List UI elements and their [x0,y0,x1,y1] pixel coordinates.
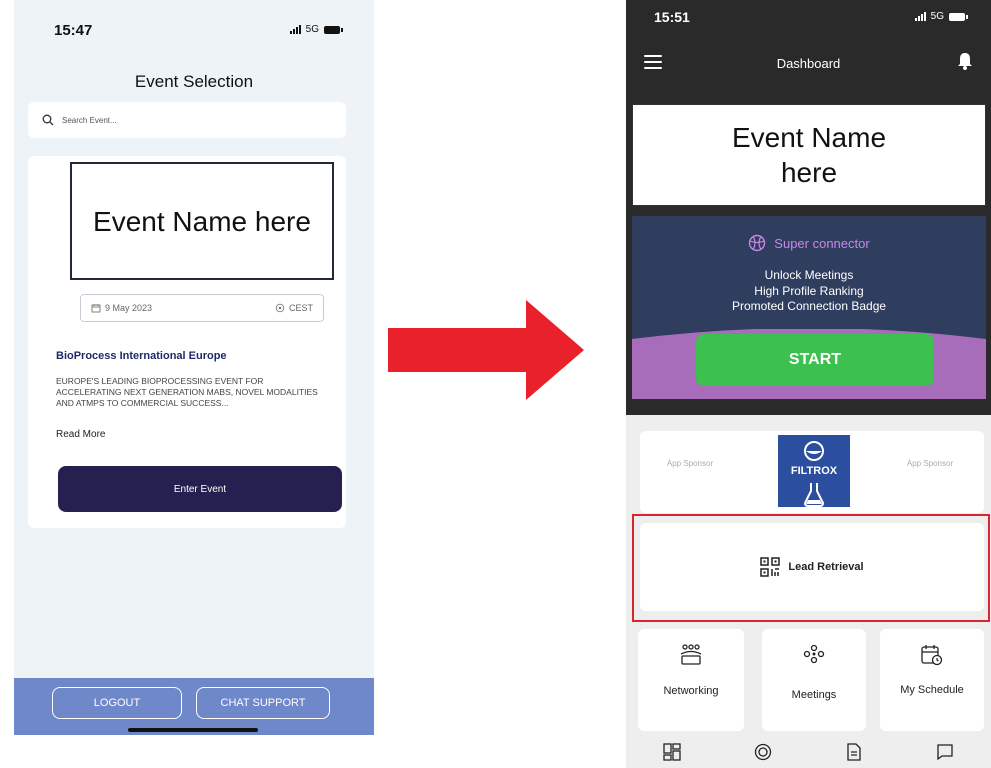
promo-line: Unlock Meetings [764,268,854,282]
event-description: EUROPE'S LEADING BIOPROCESSING EVENT FOR… [56,376,318,409]
signal-icon [914,12,926,21]
event-timezone: CEST [275,303,313,313]
start-button[interactable]: START [696,334,934,386]
signal-icon [289,25,301,34]
event-date-text: 9 May 2023 [105,303,153,313]
filtrox-logo[interactable]: FILTROX [778,435,850,507]
event-timezone-text: CEST [288,303,313,313]
status-indicators: 5G [289,24,343,35]
meetings-icon [803,644,825,664]
event-title: BioProcess International Europe [56,350,227,362]
network-label: 5G [305,24,319,35]
sponsor-placeholder-left[interactable]: App Sponsor [660,459,720,469]
bottom-navigation [626,735,991,768]
status-bar: 15:47 5G [14,0,374,60]
lead-retrieval-button[interactable]: Lead Retrieval [640,523,984,611]
status-indicators: 5G [914,11,968,22]
calendar-icon [91,304,101,313]
qr-code-icon [760,557,781,577]
schedule-icon [921,645,943,666]
super-connector-banner: Super connector Unlock Meetings High Pro… [632,216,986,399]
sponsor-card: App Sponsor FILTROX App Sponsor [640,431,984,513]
promo-benefits: Unlock Meetings High Profile Ranking Pro… [632,268,986,315]
dashboard-body: App Sponsor FILTROX App Sponsor Lead Ret… [626,415,991,768]
tile-label: Meetings [791,689,837,701]
promo-heading-text: Super connector [774,235,870,251]
logout-button[interactable]: LOGOUT [52,687,182,719]
chat-icon[interactable] [936,743,954,761]
search-icon [42,114,54,126]
promo-line: Promoted Connection Badge [731,299,887,314]
meetings-tile[interactable]: Meetings [762,629,866,731]
location-pin-icon [275,303,285,313]
status-bar: 15:51 5G [626,0,991,36]
promo-heading: Super connector [632,234,986,252]
status-time: 15:51 [654,9,690,25]
event-meta: 9 May 2023 CEST [80,294,324,322]
basketball-icon [749,234,766,252]
document-icon[interactable] [845,742,863,761]
search-bar[interactable] [28,102,346,138]
event-date: 9 May 2023 [91,303,152,313]
flask-icon [804,441,824,461]
header-title: Dashboard [776,56,841,71]
dashboard-screen: 15:51 5G Dashboard Event Name here Super… [626,0,991,768]
read-more-link[interactable]: Read More [56,429,105,440]
promo-line: High Profile Ranking [754,283,864,298]
page-title: Event Selection [134,72,254,91]
battery-icon [949,12,968,21]
search-input[interactable] [62,115,322,125]
networking-icon [680,644,702,665]
bottom-action-bar: LOGOUT CHAT SUPPORT [14,678,374,735]
lead-retrieval-label: Lead Retrieval [788,561,864,573]
battery-icon [324,25,343,34]
event-card: Event Name here 9 May 2023 CEST BioProce… [28,156,346,528]
my-schedule-tile[interactable]: My Schedule [880,629,984,731]
transition-arrow-icon [388,300,584,400]
enter-event-button[interactable]: Enter Event [58,466,342,512]
bell-icon[interactable] [957,52,973,70]
dashboard-icon[interactable] [662,742,681,761]
networking-tile[interactable]: Networking [638,629,744,731]
event-selection-screen: 15:47 5G Event Selection Event Name here… [14,0,374,735]
sponsor-logo-text: FILTROX [790,465,838,477]
tile-label: My Schedule [900,684,964,696]
status-time: 15:47 [54,22,93,39]
sponsor-placeholder-right[interactable]: App Sponsor [900,459,960,469]
home-indicator [128,728,258,732]
dashboard-header: Dashboard [626,36,991,90]
chat-support-button[interactable]: CHAT SUPPORT [196,687,330,719]
event-name-placeholder: Event Name here [632,104,986,206]
network-label: 5G [930,11,944,22]
event-name-placeholder: Event Name here [70,162,334,280]
tile-label: Networking [663,685,719,697]
circle-icon[interactable] [754,743,772,761]
flask-bottom-icon [803,483,825,507]
